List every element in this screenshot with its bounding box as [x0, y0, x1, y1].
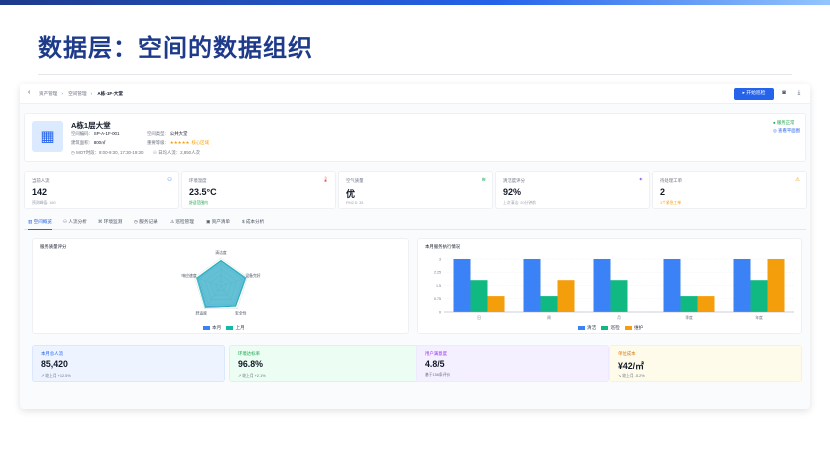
warning-icon: ⚠	[795, 177, 800, 183]
bar-ytick-label: 1.5	[436, 284, 441, 288]
floorplan-link[interactable]: ◎ 查看平面图	[773, 128, 800, 134]
stat-card-air: 空气质量 ≋ 优 PM2.5: 35	[338, 171, 493, 209]
title-divider	[38, 74, 792, 75]
radar-title: 服务质量评分	[40, 244, 67, 249]
space-flow: ⚇ 日均人流：2,850人次	[153, 150, 200, 155]
breadcrumb-current: A栋-1F-大堂	[97, 91, 123, 96]
kpi-card-unit-cost: 单位成本 ¥42/㎡ ↘ 较上月 -5.2%	[609, 345, 802, 382]
stat-card-people: 当前人流 ⚇ 142 预测峰值: 180	[24, 171, 179, 209]
kpi-card-total-flow: 本月总人流 85,420 ↗ 较上月 +12.5%	[32, 345, 225, 382]
space-importance: 重要等级: ★★★★★ 核心区域	[147, 140, 210, 145]
star-rating-icon: ★★★★★	[169, 140, 190, 145]
app-window: ‹ 资产管理 › 空间管理 › A栋-1F-大堂 ▸ 开始巡检 ◙ ⤓ ▦ A栋1层…	[20, 84, 810, 409]
bar-mark	[540, 296, 558, 312]
building-icon: ▦	[32, 121, 63, 152]
bar-mark	[557, 280, 575, 312]
bar-mark	[767, 259, 785, 312]
bar-xtick-label: 日	[477, 316, 481, 320]
bar-xtick-label: 月	[617, 315, 621, 320]
start-inspection-label: 开始巡检	[746, 91, 766, 96]
bar-mark	[733, 259, 751, 312]
bar-mark	[487, 296, 505, 312]
tab-environment[interactable]: ⌘ 环境监测	[98, 219, 122, 230]
people-icon: ⚇	[167, 177, 172, 183]
tab-assets[interactable]: ▣ 资产清单	[206, 219, 230, 230]
radar-panel: 服务质量评分 清洁度设备完好安全性 舒适度 响应速度 本月 上月	[32, 238, 409, 334]
stat-card-cleanliness: 清洁度评分 ✦ 92% 上次清洁: 20分钟前	[495, 171, 650, 209]
radar-legend: 本月 上月	[203, 325, 245, 331]
bar-legend: 清洁 巡检 维护	[578, 325, 643, 331]
camera-icon[interactable]: ◙	[780, 89, 788, 97]
bar-title: 本月服务执行情况	[425, 244, 461, 249]
thermometer-icon: 🌡︎	[322, 177, 329, 183]
radar-axis-label: 清洁度	[215, 250, 227, 255]
tab-service[interactable]: ◷ 服务记录	[134, 219, 158, 230]
bar-xtick-label: 周	[547, 315, 551, 320]
bar-mark	[453, 259, 471, 312]
bar-mark	[680, 296, 698, 312]
radar-axis-label: 安全性	[235, 311, 247, 316]
radar-axis-label: 响应速度	[181, 273, 196, 278]
wind-icon: ≋	[481, 177, 486, 183]
kpi-card-satisfaction: 用户满意度 4.8/5 基于156条评价	[416, 345, 609, 382]
space-hours: ◷ MOT时段：8:00-9:30, 17:30-19:30	[71, 150, 144, 155]
sparkle-icon: ✦	[638, 177, 643, 183]
bar-xtick-label: 年度	[755, 315, 763, 320]
service-status-badge: ● 服务正常	[773, 120, 795, 125]
bar-ytick-label: 2.25	[434, 271, 441, 275]
tab-overview[interactable]: ▥ 空间概览	[28, 219, 53, 230]
slide-title: 数据层：空间的数据组织	[38, 35, 313, 62]
app-header: ‹ 资产管理 › 空间管理 › A栋-1F-大堂 ▸ 开始巡检 ◙ ⤓	[20, 84, 810, 104]
tab-bar: ▥ 空间概览 ⚇ 人流分析 ⌘ 环境监测 ◷ 服务记录 ⚠ 巡检管理 ▣ 资产清…	[24, 217, 806, 230]
radar-series-area	[196, 259, 247, 309]
space-info-card: ▦ A栋1层大堂 空间编码: SP-A-1F-001 空间类型: 公共大堂 建筑面积…	[24, 113, 806, 162]
radar-axis-label: 设备完好	[245, 273, 260, 278]
bar-mark	[663, 259, 681, 312]
bar-ytick-label: 0	[439, 310, 441, 314]
space-area: 建筑面积: 800㎡	[71, 140, 106, 145]
bar-ytick-label: 0.75	[434, 297, 441, 301]
start-inspection-button[interactable]: ▸ 开始巡检	[734, 88, 774, 100]
tab-cost[interactable]: $ 成本分析	[242, 219, 264, 230]
breadcrumb: 资产管理 › 空间管理 › A栋-1F-大堂	[39, 91, 123, 96]
bar-mark	[750, 280, 768, 312]
space-name: A栋1层大堂	[71, 121, 111, 130]
bar-mark	[593, 259, 611, 312]
bar-mark	[697, 296, 715, 312]
bar-mark	[523, 259, 541, 312]
back-arrow-icon[interactable]: ‹	[28, 89, 30, 96]
space-code: 空间编码: SP-A-1F-001	[71, 131, 120, 136]
kpi-card-env-rate: 环境达标率 96.8% ↗ 较上月 +2.1%	[229, 345, 422, 382]
breadcrumb-item[interactable]: 资产管理	[39, 91, 57, 96]
download-icon[interactable]: ⤓	[795, 89, 803, 97]
tab-inspection[interactable]: ⚠ 巡检管理	[170, 219, 194, 230]
breadcrumb-item[interactable]: 空间管理	[68, 91, 86, 96]
bar-mark	[610, 280, 628, 312]
bar-chart: 0 0.75 1.5 2.25 3 日 周 月 季度 年度	[434, 257, 794, 320]
bar-ytick-label: 3	[439, 257, 441, 261]
tab-flow[interactable]: ⚇ 人流分析	[63, 219, 87, 230]
radar-chart: 清洁度设备完好安全性 舒适度 响应速度	[181, 250, 260, 316]
stat-card-workorders: 待处理工单 ⚠ 2 1个紧急工单	[652, 171, 807, 209]
bar-panel: 本月服务执行情况 0 0.75 1.5 2.25 3 日 周 月 季度 年度 清洁 巡检 维护	[417, 238, 802, 334]
slide-accent-bar	[0, 0, 830, 5]
space-type: 空间类型: 公共大堂	[147, 131, 188, 136]
stat-card-temperature: 环境温度 🌡︎ 23.5°C 舒适范围内	[181, 171, 336, 209]
radar-axis-label: 舒适度	[196, 311, 208, 316]
bar-mark	[470, 280, 488, 312]
bar-xtick-label: 季度	[685, 315, 693, 320]
